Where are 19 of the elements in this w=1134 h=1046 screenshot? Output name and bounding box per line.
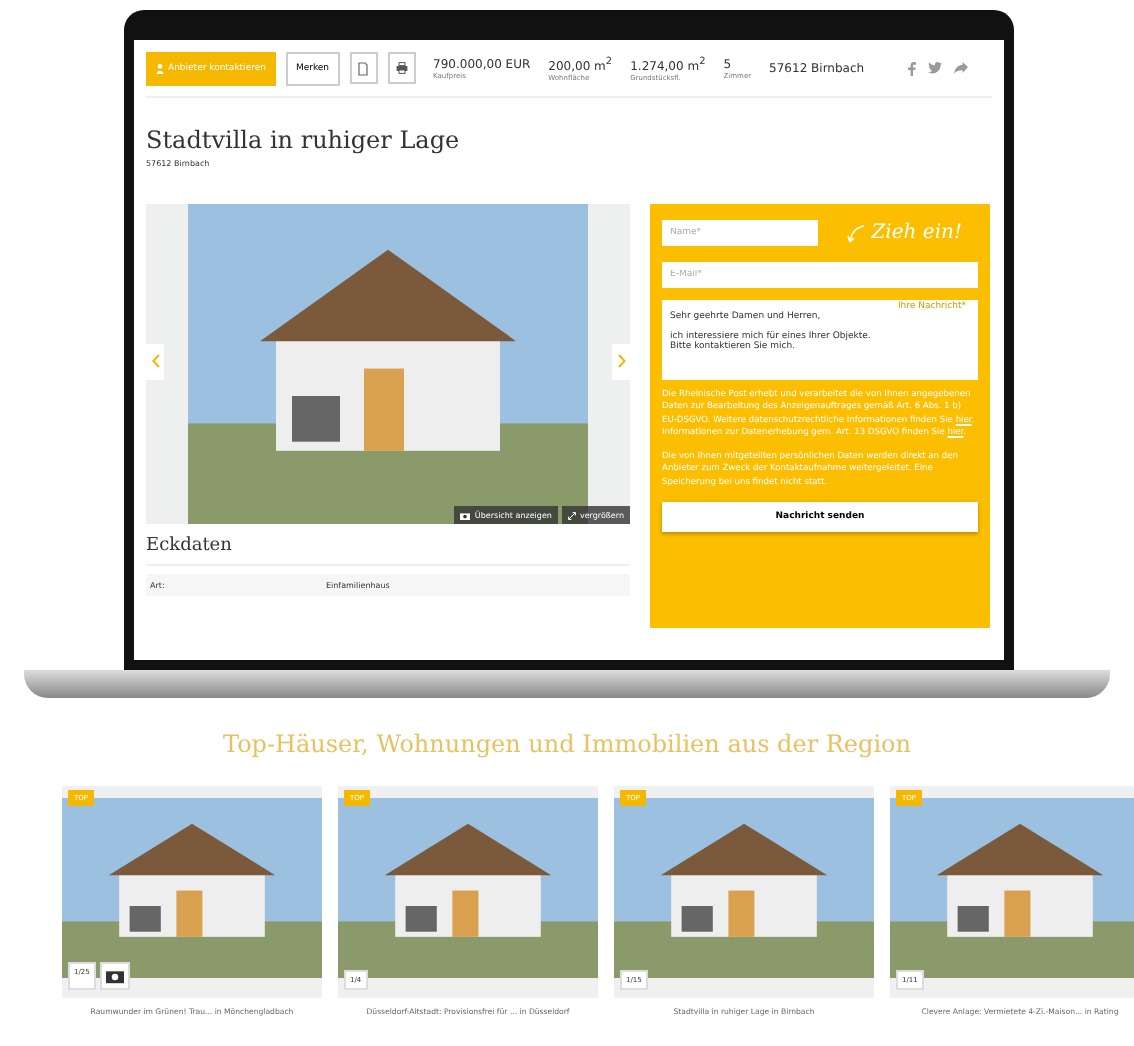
share-arrow-icon[interactable] xyxy=(954,61,968,73)
chevron-left-icon xyxy=(151,354,159,368)
listing-title: Stadtvilla in ruhiger Lage xyxy=(146,126,462,154)
pdf-button[interactable] xyxy=(349,52,378,84)
section-heading: Eckdaten xyxy=(146,536,630,566)
person-icon xyxy=(156,63,164,73)
facebook-icon[interactable] xyxy=(908,61,916,75)
print-icon xyxy=(395,62,408,74)
document-icon xyxy=(358,61,369,75)
bird-icon[interactable] xyxy=(928,61,942,73)
section-heading: Top-Häuser, Wohnungen und Immobilien aus der Region xyxy=(221,730,913,758)
expand-icon xyxy=(567,511,576,519)
print-button[interactable] xyxy=(387,52,416,84)
slogan-text: Zieh ein! xyxy=(871,222,962,244)
curved-arrow-icon xyxy=(845,223,866,243)
chevron-right-icon xyxy=(617,354,625,368)
next-arrow-button[interactable] xyxy=(612,344,630,380)
previous-arrow-button[interactable] xyxy=(146,344,164,380)
camera-icon xyxy=(460,511,471,519)
